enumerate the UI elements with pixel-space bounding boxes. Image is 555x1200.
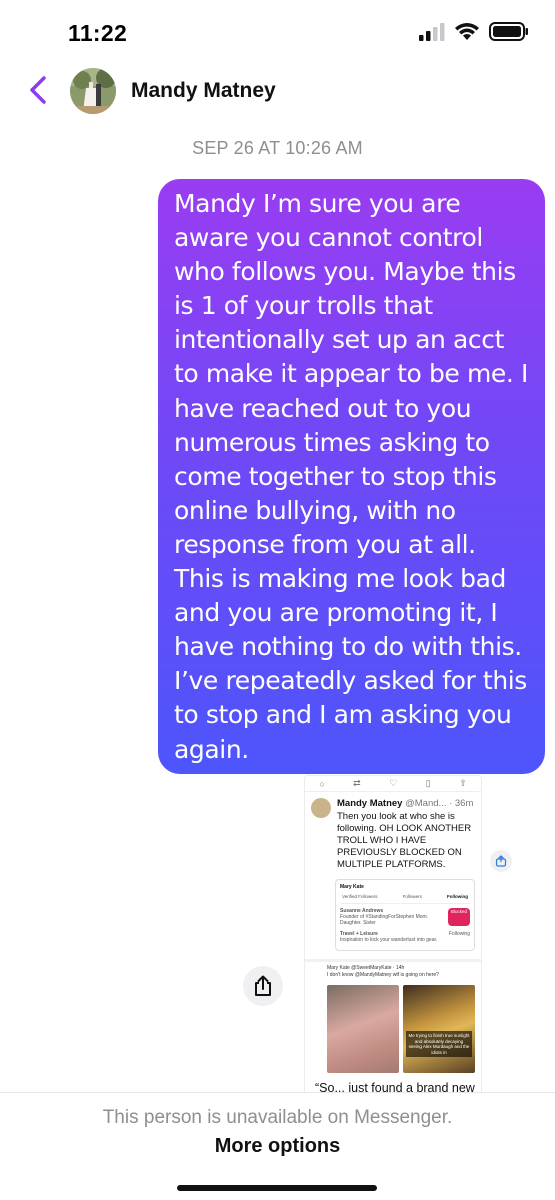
share-icon — [255, 975, 271, 996]
share-icon — [495, 855, 507, 867]
composer-footer: This person is unavailable on Messenger.… — [0, 1092, 555, 1200]
tweet-embedded-screenshot: Mary Kate Verified Followers Followers F… — [335, 879, 475, 951]
more-options-button[interactable]: More options — [0, 1135, 555, 1158]
status-bar: 11:22 — [0, 0, 555, 60]
status-icons — [419, 22, 529, 41]
like-icon: ♡ — [389, 778, 398, 788]
embed-tabs: Verified Followers Followers Following — [340, 890, 470, 904]
sent-message-bubble[interactable]: Mandy I’m sure you are aware you cannot … — [158, 179, 545, 774]
tweet-quote: “So... just found a brand new — [315, 1081, 475, 1092]
signal-icon — [419, 22, 445, 41]
chevron-left-icon — [30, 76, 46, 104]
tweet-text: Then you look at who she is following. O… — [337, 811, 472, 870]
tweet-author: Mandy Matney @Mand... · 36m — [337, 798, 474, 809]
conversation-header: Mandy Matney — [0, 60, 555, 120]
share-button[interactable] — [243, 966, 283, 1006]
tweet-photo-gold-mask: Me trying to finish true sunlight and ab… — [403, 985, 475, 1073]
tweet: Mandy Matney @Mand... · 36m Then you loo… — [305, 792, 481, 871]
upload-icon: ⇧ — [459, 778, 467, 788]
back-button[interactable] — [24, 74, 54, 106]
shared-image[interactable]: ○ ⇄ ♡ ▯ ⇧ Mandy Matney @Mand... · 36m Th… — [304, 775, 482, 1092]
unavailable-notice: This person is unavailable on Messenger. — [102, 1107, 453, 1128]
message-thread: SEP 26 AT 10:26 AM Mandy I’m sure you ar… — [0, 120, 555, 1092]
bookmark-icon: ▯ — [425, 778, 431, 788]
retweet-icon: ⇄ — [353, 778, 361, 788]
blocked-badge: Blocked — [447, 908, 470, 926]
battery-icon — [489, 22, 528, 41]
tweet-avatar — [311, 798, 331, 818]
contact-avatar[interactable] — [70, 68, 116, 114]
status-time: 11:22 — [68, 20, 128, 46]
wifi-icon — [455, 23, 479, 40]
home-indicator[interactable] — [177, 1185, 377, 1191]
contact-name[interactable]: Mandy Matney — [131, 79, 276, 103]
share-image-small-button[interactable] — [490, 850, 512, 872]
tweet-images: Me trying to finish true sunlight and ab… — [327, 985, 475, 1073]
tweet-action-bar: ○ ⇄ ♡ ▯ ⇧ — [305, 776, 481, 792]
second-tweet: Mary Kate @SweetMaryKate · 14h I don't k… — [327, 965, 439, 978]
reply-icon: ○ — [319, 778, 325, 789]
message-timestamp: SEP 26 AT 10:26 AM — [192, 138, 363, 158]
message-text: Mandy I’m sure you are aware you cannot … — [174, 189, 528, 764]
tweet-photo-face-mask — [327, 985, 399, 1073]
